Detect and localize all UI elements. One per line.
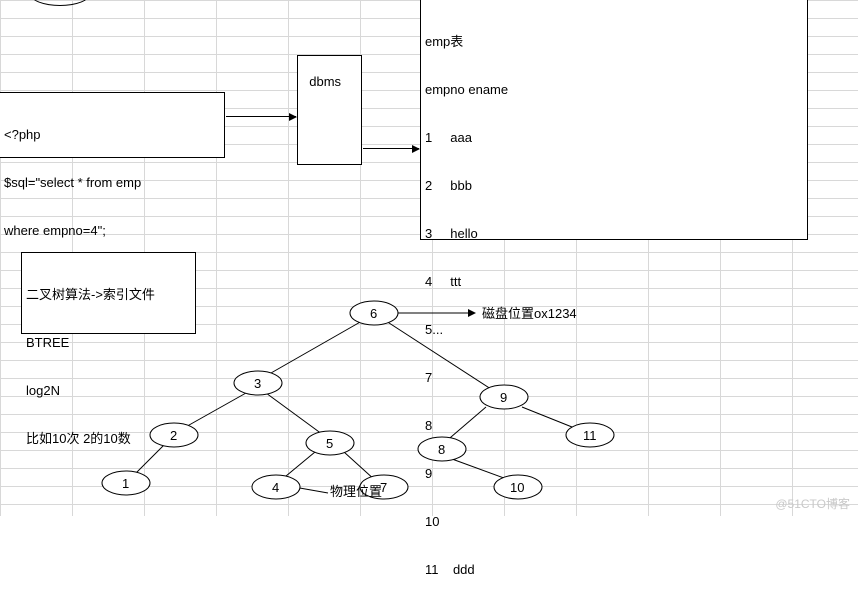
dbms-box: dbms xyxy=(297,55,362,165)
table-row: 3 hello xyxy=(425,226,803,242)
tree-node: 3 xyxy=(254,376,261,391)
tree-node: 4 xyxy=(272,480,279,495)
tree-node: 1 xyxy=(122,476,129,491)
table-row: 2 bbb xyxy=(425,178,803,194)
tree-node: 10 xyxy=(510,480,524,495)
tree-node: 6 xyxy=(370,306,377,321)
table-row: 10 xyxy=(425,514,803,530)
code-line: $sql="select * from emp xyxy=(4,175,220,191)
dbms-label: dbms xyxy=(309,74,341,89)
tree-node: 2 xyxy=(170,428,177,443)
table-header: empno ename xyxy=(425,82,803,98)
tree-node: 8 xyxy=(438,442,445,457)
watermark: @51CTO博客 xyxy=(775,495,850,512)
arrow-dbms-to-table xyxy=(363,148,419,149)
table-row: 4 ttt xyxy=(425,274,803,290)
emp-table-box: emp表 empno ename 1 aaa 2 bbb 3 hello 4 t… xyxy=(420,0,808,240)
tree-node: 9 xyxy=(500,390,507,405)
table-title: emp表 xyxy=(425,34,803,50)
arrow-code-to-dbms xyxy=(226,116,296,117)
php-code-box: <?php $sql="select * from emp where empn… xyxy=(0,92,225,158)
table-row: 1 aaa xyxy=(425,130,803,146)
tree-node: 11 xyxy=(583,428,597,443)
code-line: where empno=4"; xyxy=(4,223,220,239)
tree-caption-bottom: 物理位置 xyxy=(330,484,382,499)
code-line: <?php xyxy=(4,127,220,143)
btree-diagram: 6 3 9 2 5 8 11 1 4 7 10 磁盘位置ox1234 物理位置 xyxy=(70,291,720,507)
tree-caption-right: 磁盘位置ox1234 xyxy=(482,306,577,321)
table-row: 11 ddd xyxy=(425,562,803,578)
tree-node: 5 xyxy=(326,436,333,451)
